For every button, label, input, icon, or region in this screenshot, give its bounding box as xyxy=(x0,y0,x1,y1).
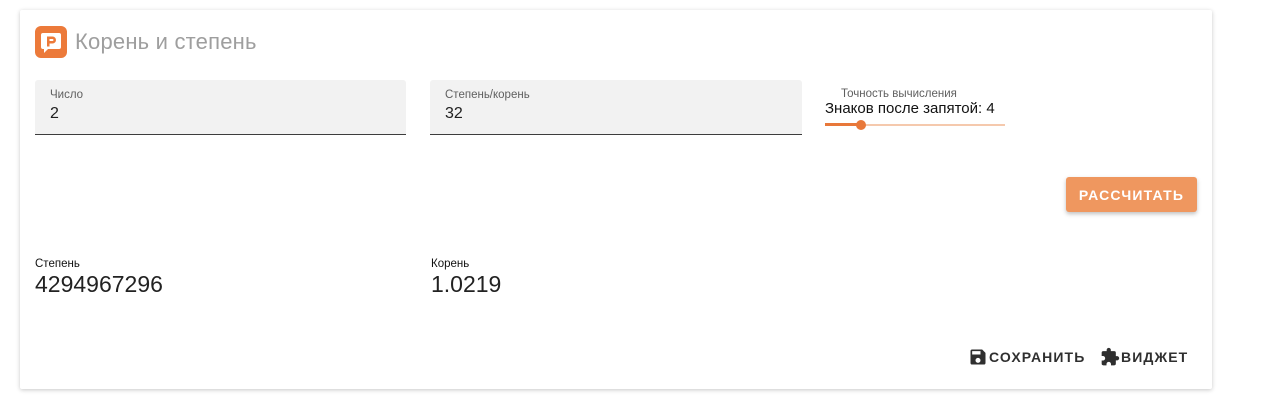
save-button-label: СОХРАНИТЬ xyxy=(989,349,1086,365)
power-root-field-value[interactable]: 32 xyxy=(445,105,463,123)
precision-slider[interactable] xyxy=(825,119,1005,131)
power-result-label: Степень xyxy=(35,258,80,270)
number-field-value[interactable]: 2 xyxy=(50,105,59,123)
floppy-disk-icon xyxy=(970,349,986,365)
root-result-value: 1.0219 xyxy=(431,271,502,297)
card-header: Корень и степень xyxy=(35,26,257,58)
chat-bubble-p-icon xyxy=(35,26,67,58)
number-field[interactable]: Число 2 xyxy=(35,80,406,135)
power-root-field[interactable]: Степень/корень 32 xyxy=(430,80,802,135)
widget-button[interactable]: ВИДЖЕТ xyxy=(1100,345,1188,369)
root-result: Корень 1.0219 xyxy=(431,258,501,298)
number-field-label: Число xyxy=(50,89,84,101)
precision-value-text: Знаков после запятой: 4 xyxy=(825,100,995,117)
calculator-card: Корень и степень Число 2 Степень/корень … xyxy=(20,10,1212,389)
power-result-value: 4294967296 xyxy=(35,271,163,297)
save-button[interactable]: СОХРАНИТЬ xyxy=(968,345,1085,369)
slider-thumb[interactable] xyxy=(856,120,866,130)
root-result-label: Корень xyxy=(431,258,470,270)
calculate-button[interactable]: РАССЧИТАТЬ xyxy=(1066,177,1197,212)
page-title: Корень и степень xyxy=(75,29,257,54)
puzzle-piece-icon xyxy=(1101,347,1120,366)
widget-button-label: ВИДЖЕТ xyxy=(1121,349,1189,365)
power-root-field-label: Степень/корень xyxy=(445,89,530,101)
power-result: Степень 4294967296 xyxy=(35,258,163,298)
precision-caption: Точность вычисления xyxy=(841,88,957,100)
